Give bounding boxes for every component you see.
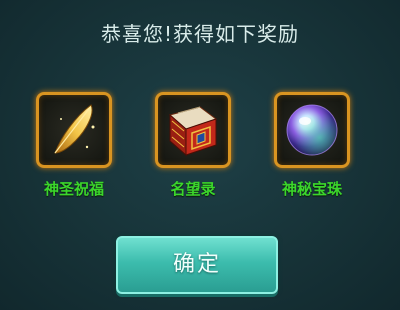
golden-feather-icon [54, 104, 95, 154]
reward-label: 名望录 [170, 180, 216, 198]
red-book-icon [168, 106, 218, 157]
reward-item-mystic-orb[interactable]: 神秘宝珠 [270, 92, 358, 202]
reward-slot [274, 92, 350, 168]
reward-slot [36, 92, 112, 168]
reward-slot [155, 92, 231, 168]
reward-dialog: 恭喜您!获得如下奖励 神圣祝福 名望录 神秘宝珠 确定 [0, 0, 400, 310]
dialog-title: 恭喜您!获得如下奖励 [100, 22, 300, 46]
reward-item-fame-record[interactable]: 名望录 [151, 92, 239, 202]
reward-label: 神圣祝福 [43, 180, 104, 198]
mystic-orb-icon [286, 104, 338, 156]
reward-item-holy-blessing[interactable]: 神圣祝福 [32, 92, 120, 202]
reward-label: 神秘宝珠 [281, 180, 342, 198]
confirm-button[interactable]: 确定 [116, 236, 278, 294]
